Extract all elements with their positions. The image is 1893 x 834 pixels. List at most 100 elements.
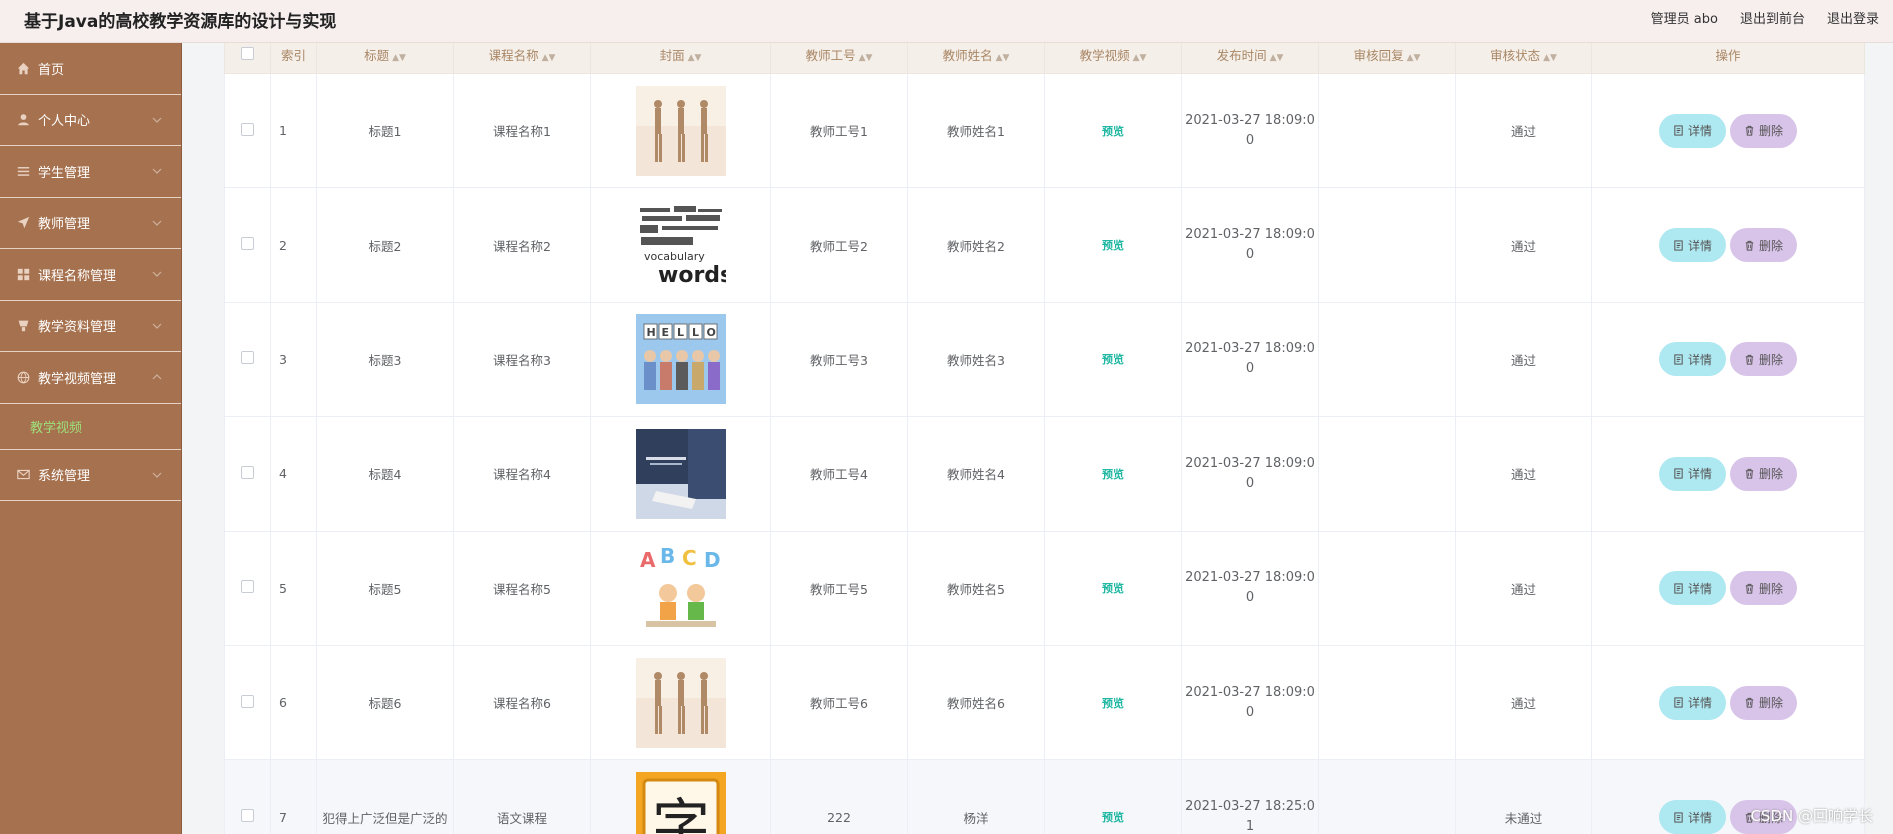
table-row[interactable]: 1 标题1 课程名称1 教师工号1 教师姓名1 预览 2021-03-27 18:09:0… (224, 72, 1865, 189)
row-checkbox[interactable] (241, 122, 254, 136)
mail-icon (16, 468, 30, 482)
cover-image[interactable] (635, 657, 726, 748)
sort-icon[interactable]: ▲▼ (1407, 53, 1421, 63)
row-checkbox[interactable] (241, 465, 254, 479)
sidebar-item-students[interactable]: 学生管理 (0, 146, 181, 198)
row-checkbox[interactable] (241, 237, 254, 251)
logout-link[interactable]: 退出登录 (1827, 8, 1879, 27)
col-header-video[interactable]: 教学视频 ▲▼ (1044, 43, 1182, 74)
row-checkbox[interactable] (241, 580, 254, 594)
table-row[interactable]: 2 标题2 课程名称2 vocabulary words 教师工号2 教师姓名2 预览 20… (224, 187, 1865, 303)
detail-button[interactable]: 详情 (1658, 685, 1726, 720)
sort-icon[interactable]: ▲▼ (542, 53, 556, 63)
cell-course: 课程名称2 (453, 187, 591, 303)
sidebar-item-videos[interactable]: 教学视频管理 (0, 352, 181, 404)
delete-button-label: 删除 (1759, 696, 1784, 711)
sort-icon[interactable]: ▲▼ (996, 53, 1010, 63)
table-row[interactable]: 6 标题6 课程名称6 教师工号6 教师姓名6 预览 2021-03-27 18:09:0… (224, 644, 1865, 761)
cell-video: 预览 (1044, 72, 1182, 189)
table-row[interactable]: 7 犯得上广泛但是广泛的 语文课程 字 222 杨洋 预览 2021-03-27 18:2… (224, 759, 1865, 834)
detail-button[interactable]: 详情 (1658, 456, 1726, 491)
delete-button[interactable]: 删除 (1730, 342, 1798, 377)
sort-icon[interactable]: ▲▼ (1133, 53, 1147, 63)
detail-button[interactable]: 详情 (1658, 113, 1726, 148)
detail-button[interactable]: 详情 (1658, 228, 1726, 263)
col-header-publish-time[interactable]: 发布时间 ▲▼ (1181, 43, 1319, 74)
back-to-front-link[interactable]: 退出到前台 (1740, 8, 1805, 27)
cover-image[interactable] (635, 428, 726, 519)
detail-button[interactable]: 详情 (1658, 571, 1726, 606)
sidebar-item-materials[interactable]: 教学资料管理 (0, 301, 181, 352)
row-select-cell[interactable] (224, 187, 271, 303)
chevron-up-icon (152, 374, 162, 380)
row-select-cell[interactable] (224, 530, 271, 646)
cell-publish-time: 2021-03-27 18:09:0 0 (1181, 416, 1319, 532)
col-header-course[interactable]: 课程名称 ▲▼ (453, 43, 591, 74)
cover-image[interactable]: vocabulary words (635, 200, 733, 291)
col-header-teacher-name[interactable]: 教师姓名 ▲▼ (907, 43, 1045, 74)
row-select-cell[interactable] (224, 644, 271, 761)
cover-image[interactable]: HELLO (635, 314, 726, 405)
preview-link[interactable]: 预览 (1102, 697, 1124, 710)
col-header-teacher-no[interactable]: 教师工号 ▲▼ (770, 43, 908, 74)
col-header-cover[interactable]: 封面 ▲▼ (590, 43, 771, 74)
sort-icon[interactable]: ▲▼ (688, 53, 702, 63)
sort-icon[interactable]: ▲▼ (859, 53, 873, 63)
detail-button-label: 详情 (1687, 238, 1712, 253)
delete-button[interactable]: 删除 (1730, 456, 1798, 491)
admin-label: 管理员 abo (1650, 12, 1718, 27)
cell-publish-time: 2021-03-27 18:09:0 0 (1181, 301, 1319, 418)
cell-course: 语文课程 (453, 759, 591, 834)
cover-image[interactable]: 字 (635, 772, 726, 834)
row-select-cell[interactable] (224, 416, 271, 532)
row-select-cell[interactable] (224, 759, 271, 834)
table-row[interactable]: 3 标题3 课程名称3 HELLO 教师工号3 教师姓名3 预览 2021-03-27 1… (224, 301, 1865, 418)
preview-link[interactable]: 预览 (1102, 811, 1124, 824)
svg-text:B: B (660, 544, 675, 568)
cover-hello-image: HELLO (635, 314, 726, 405)
delete-button[interactable]: 删除 (1730, 228, 1798, 263)
table-row[interactable]: 5 标题5 课程名称5 ABCD 教师工号5 教师姓名5 预览 2021-03-27 18… (224, 530, 1865, 646)
sidebar-item-home[interactable]: 首页 (0, 43, 181, 95)
cell-actions: 详情 删除 (1591, 187, 1865, 303)
sidebar-item-personal-center[interactable]: 个人中心 (0, 95, 181, 146)
row-select-cell[interactable] (224, 301, 271, 418)
col-header-title[interactable]: 标题 ▲▼ (316, 43, 454, 74)
row-select-cell[interactable] (224, 72, 271, 189)
sidebar-item-courses[interactable]: 课程名称管理 (0, 249, 181, 301)
preview-link[interactable]: 预览 (1102, 125, 1124, 138)
delete-button[interactable]: 删除 (1730, 571, 1798, 606)
select-all-header[interactable] (224, 43, 271, 74)
document-icon (1674, 125, 1683, 136)
row-checkbox[interactable] (241, 351, 254, 365)
svg-text:words: words (658, 263, 726, 288)
cell-cover: ABCD (590, 530, 771, 646)
col-header-reply[interactable]: 审核回复 ▲▼ (1318, 43, 1456, 74)
sort-icon[interactable]: ▲▼ (1270, 53, 1284, 63)
trash-icon (1745, 469, 1754, 479)
row-checkbox[interactable] (241, 809, 254, 823)
sidebar-item-label: 教师管理 (38, 217, 91, 233)
col-header-status[interactable]: 审核状态 ▲▼ (1455, 43, 1592, 74)
cover-dance-image (635, 85, 726, 176)
sidebar-item-teachers[interactable]: 教师管理 (0, 198, 181, 249)
publish-time-line1: 2021-03-27 18:09:0 (1185, 341, 1315, 357)
cover-image[interactable] (635, 85, 726, 176)
preview-link[interactable]: 预览 (1102, 582, 1124, 595)
table-row[interactable]: 4 标题4 课程名称4 教师工号4 教师姓名4 预览 2021-03-27 18:09:0… (224, 416, 1865, 532)
preview-link[interactable]: 预览 (1102, 239, 1124, 252)
sidebar-item-system[interactable]: 系统管理 (0, 450, 181, 501)
row-checkbox[interactable] (241, 694, 254, 708)
preview-link[interactable]: 预览 (1102, 468, 1124, 481)
detail-button[interactable]: 详情 (1658, 342, 1726, 377)
sidebar-subitem-teaching-video[interactable]: 教学视频 (0, 404, 181, 450)
cell-video: 预览 (1044, 301, 1182, 418)
select-all-checkbox[interactable] (241, 46, 254, 60)
delete-button[interactable]: 删除 (1730, 113, 1798, 148)
preview-link[interactable]: 预览 (1102, 353, 1124, 366)
cover-image[interactable]: ABCD (635, 543, 726, 634)
detail-button[interactable]: 详情 (1658, 800, 1726, 834)
sort-icon[interactable]: ▲▼ (1543, 53, 1557, 63)
sort-icon[interactable]: ▲▼ (392, 53, 406, 63)
delete-button[interactable]: 删除 (1730, 685, 1798, 720)
